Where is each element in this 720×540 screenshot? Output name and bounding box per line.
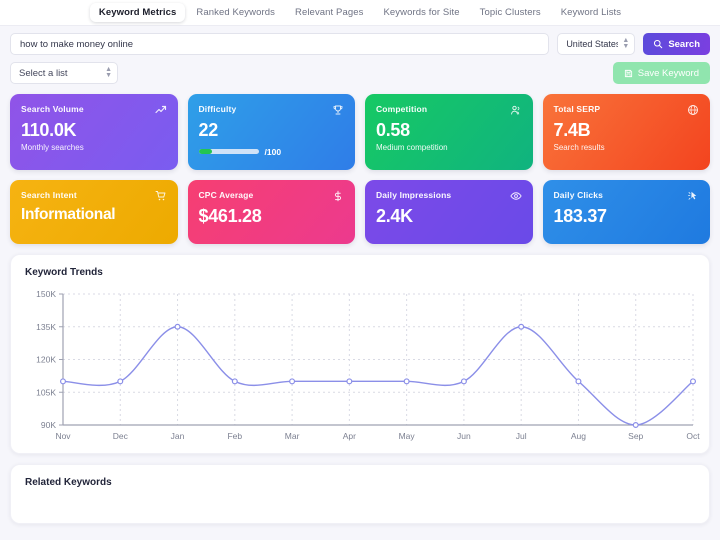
card-subtext: Search results: [553, 142, 605, 152]
card-label: Search Volume: [21, 104, 84, 114]
svg-text:Mar: Mar: [285, 431, 300, 441]
card-header: Daily Clicks: [554, 190, 700, 202]
list-select-wrapper: Select a list ▲ ▼: [10, 62, 118, 84]
country-select[interactable]: United States: [557, 33, 636, 55]
card-total-serp[interactable]: Total SERP 7.4B Search results: [542, 94, 710, 170]
keyword-trends-title: Keyword Trends: [25, 267, 103, 278]
card-value: 0.58: [376, 120, 410, 140]
search-row: United States ▲▼ Search: [0, 26, 720, 55]
card-search-volume[interactable]: Search Volume 110.0K Monthly searches: [10, 94, 178, 170]
card-label: Total SERP: [553, 104, 601, 114]
tab-keyword-metrics[interactable]: Keyword Metrics: [89, 3, 186, 22]
card-value: 183.37: [553, 206, 608, 226]
svg-text:Sep: Sep: [628, 431, 643, 441]
progress-track: [198, 149, 259, 155]
svg-text:May: May: [399, 431, 416, 441]
progress-fill: [198, 149, 212, 155]
card-value: 110.0K: [21, 120, 77, 140]
card-label: Difficulty: [198, 104, 237, 114]
keyword-search-input[interactable]: [10, 33, 550, 55]
search-button[interactable]: Search: [643, 33, 710, 55]
card-header: Total SERP: [554, 104, 700, 116]
card-value: 22: [198, 120, 219, 140]
dollar-icon: [335, 190, 341, 202]
users-icon: [510, 105, 519, 115]
cursor-click-icon: [688, 191, 697, 200]
related-keywords-panel: Related Keywords: [10, 464, 710, 524]
card-subtext: Monthly searches: [21, 142, 84, 152]
card-value: $461.28: [198, 206, 262, 226]
svg-text:Jun: Jun: [457, 431, 471, 441]
save-disk-icon: [624, 69, 632, 77]
svg-text:Jul: Jul: [516, 431, 527, 441]
card-value: 7.4B: [553, 120, 591, 140]
svg-text:135K: 135K: [36, 322, 56, 332]
svg-text:120K: 120K: [36, 355, 56, 365]
list-select[interactable]: Select a list: [10, 62, 118, 84]
card-header: Daily Impressions: [376, 190, 522, 202]
svg-text:Jan: Jan: [171, 431, 185, 441]
tab-relevant-pages[interactable]: Relevant Pages: [286, 3, 372, 22]
svg-text:Aug: Aug: [571, 431, 586, 441]
search-icon: [654, 39, 663, 49]
card-label: Daily Clicks: [553, 190, 604, 200]
list-row: Select a list ▲ ▼ Save Keyword: [0, 55, 720, 84]
card-label: Daily Impressions: [376, 190, 452, 200]
globe-icon: [688, 105, 698, 115]
keyword-trends-panel: Keyword Trends 90K 105K 120K 135K 150K Nov Dec…: [10, 254, 710, 454]
card-search-intent[interactable]: Search Intent Informational: [10, 180, 178, 244]
trophy-icon: [333, 105, 343, 115]
save-keyword-label: Save Keyword: [637, 67, 699, 79]
card-daily-impressions[interactable]: Daily Impressions 2.4K: [365, 180, 533, 244]
metric-cards-row-2: Search Intent Informational CPC Average …: [0, 170, 720, 244]
card-cpc-average[interactable]: CPC Average $461.28: [187, 180, 355, 244]
card-difficulty[interactable]: Difficulty 22 /100: [187, 94, 355, 170]
card-header: Search Intent: [21, 190, 167, 202]
tab-keywords-for-site[interactable]: Keywords for Site: [374, 3, 468, 22]
card-header: CPC Average: [199, 190, 345, 202]
difficulty-progress: /100: [198, 146, 345, 157]
svg-text:Dec: Dec: [113, 431, 129, 441]
svg-text:90K: 90K: [41, 420, 56, 430]
cart-icon: [155, 191, 165, 201]
card-value: 2.4K: [376, 206, 413, 226]
eye-icon: [509, 192, 522, 200]
card-label: CPC Average: [198, 190, 254, 200]
chart-area: 90K 105K 120K 135K 150K Nov Dec Jan Feb Mar Apr May…: [11, 278, 709, 451]
card-daily-clicks[interactable]: Daily Clicks 183.37: [542, 180, 710, 244]
country-select-wrapper: United States ▲ ▼: [557, 33, 636, 55]
svg-text:Apr: Apr: [343, 431, 356, 441]
card-label: Search Intent: [21, 190, 77, 200]
card-subtext: Medium competition: [376, 142, 448, 152]
main-tab-bar: Keyword Metrics Ranked Keywords Relevant…: [0, 0, 720, 26]
card-header: Search Volume: [21, 104, 167, 116]
search-button-label: Search: [668, 38, 700, 50]
save-keyword-button[interactable]: Save Keyword: [612, 62, 710, 84]
related-keywords-title: Related Keywords: [25, 477, 112, 488]
metric-cards-row-1: Search Volume 110.0K Monthly searches Di…: [0, 84, 720, 170]
svg-text:150K: 150K: [36, 289, 56, 299]
card-header: Competition: [376, 104, 522, 116]
tab-ranked-keywords[interactable]: Ranked Keywords: [187, 3, 284, 22]
tab-keyword-lists[interactable]: Keyword Lists: [552, 3, 630, 22]
svg-text:105K: 105K: [36, 387, 56, 397]
svg-text:Feb: Feb: [227, 431, 242, 441]
trending-up-icon: [154, 105, 166, 114]
card-competition[interactable]: Competition 0.58 Medium competition: [365, 94, 533, 170]
tab-topic-clusters[interactable]: Topic Clusters: [471, 3, 550, 22]
svg-text:Oct: Oct: [686, 431, 700, 441]
card-header: Difficulty: [199, 104, 345, 116]
card-label: Competition: [376, 104, 428, 114]
keyword-trends-chart[interactable]: 90K 105K 120K 135K 150K Nov Dec Jan Feb Mar Apr May…: [17, 286, 705, 451]
progress-max-label: /100: [264, 146, 282, 157]
svg-text:Nov: Nov: [55, 431, 71, 441]
card-value: Informational: [21, 206, 116, 223]
